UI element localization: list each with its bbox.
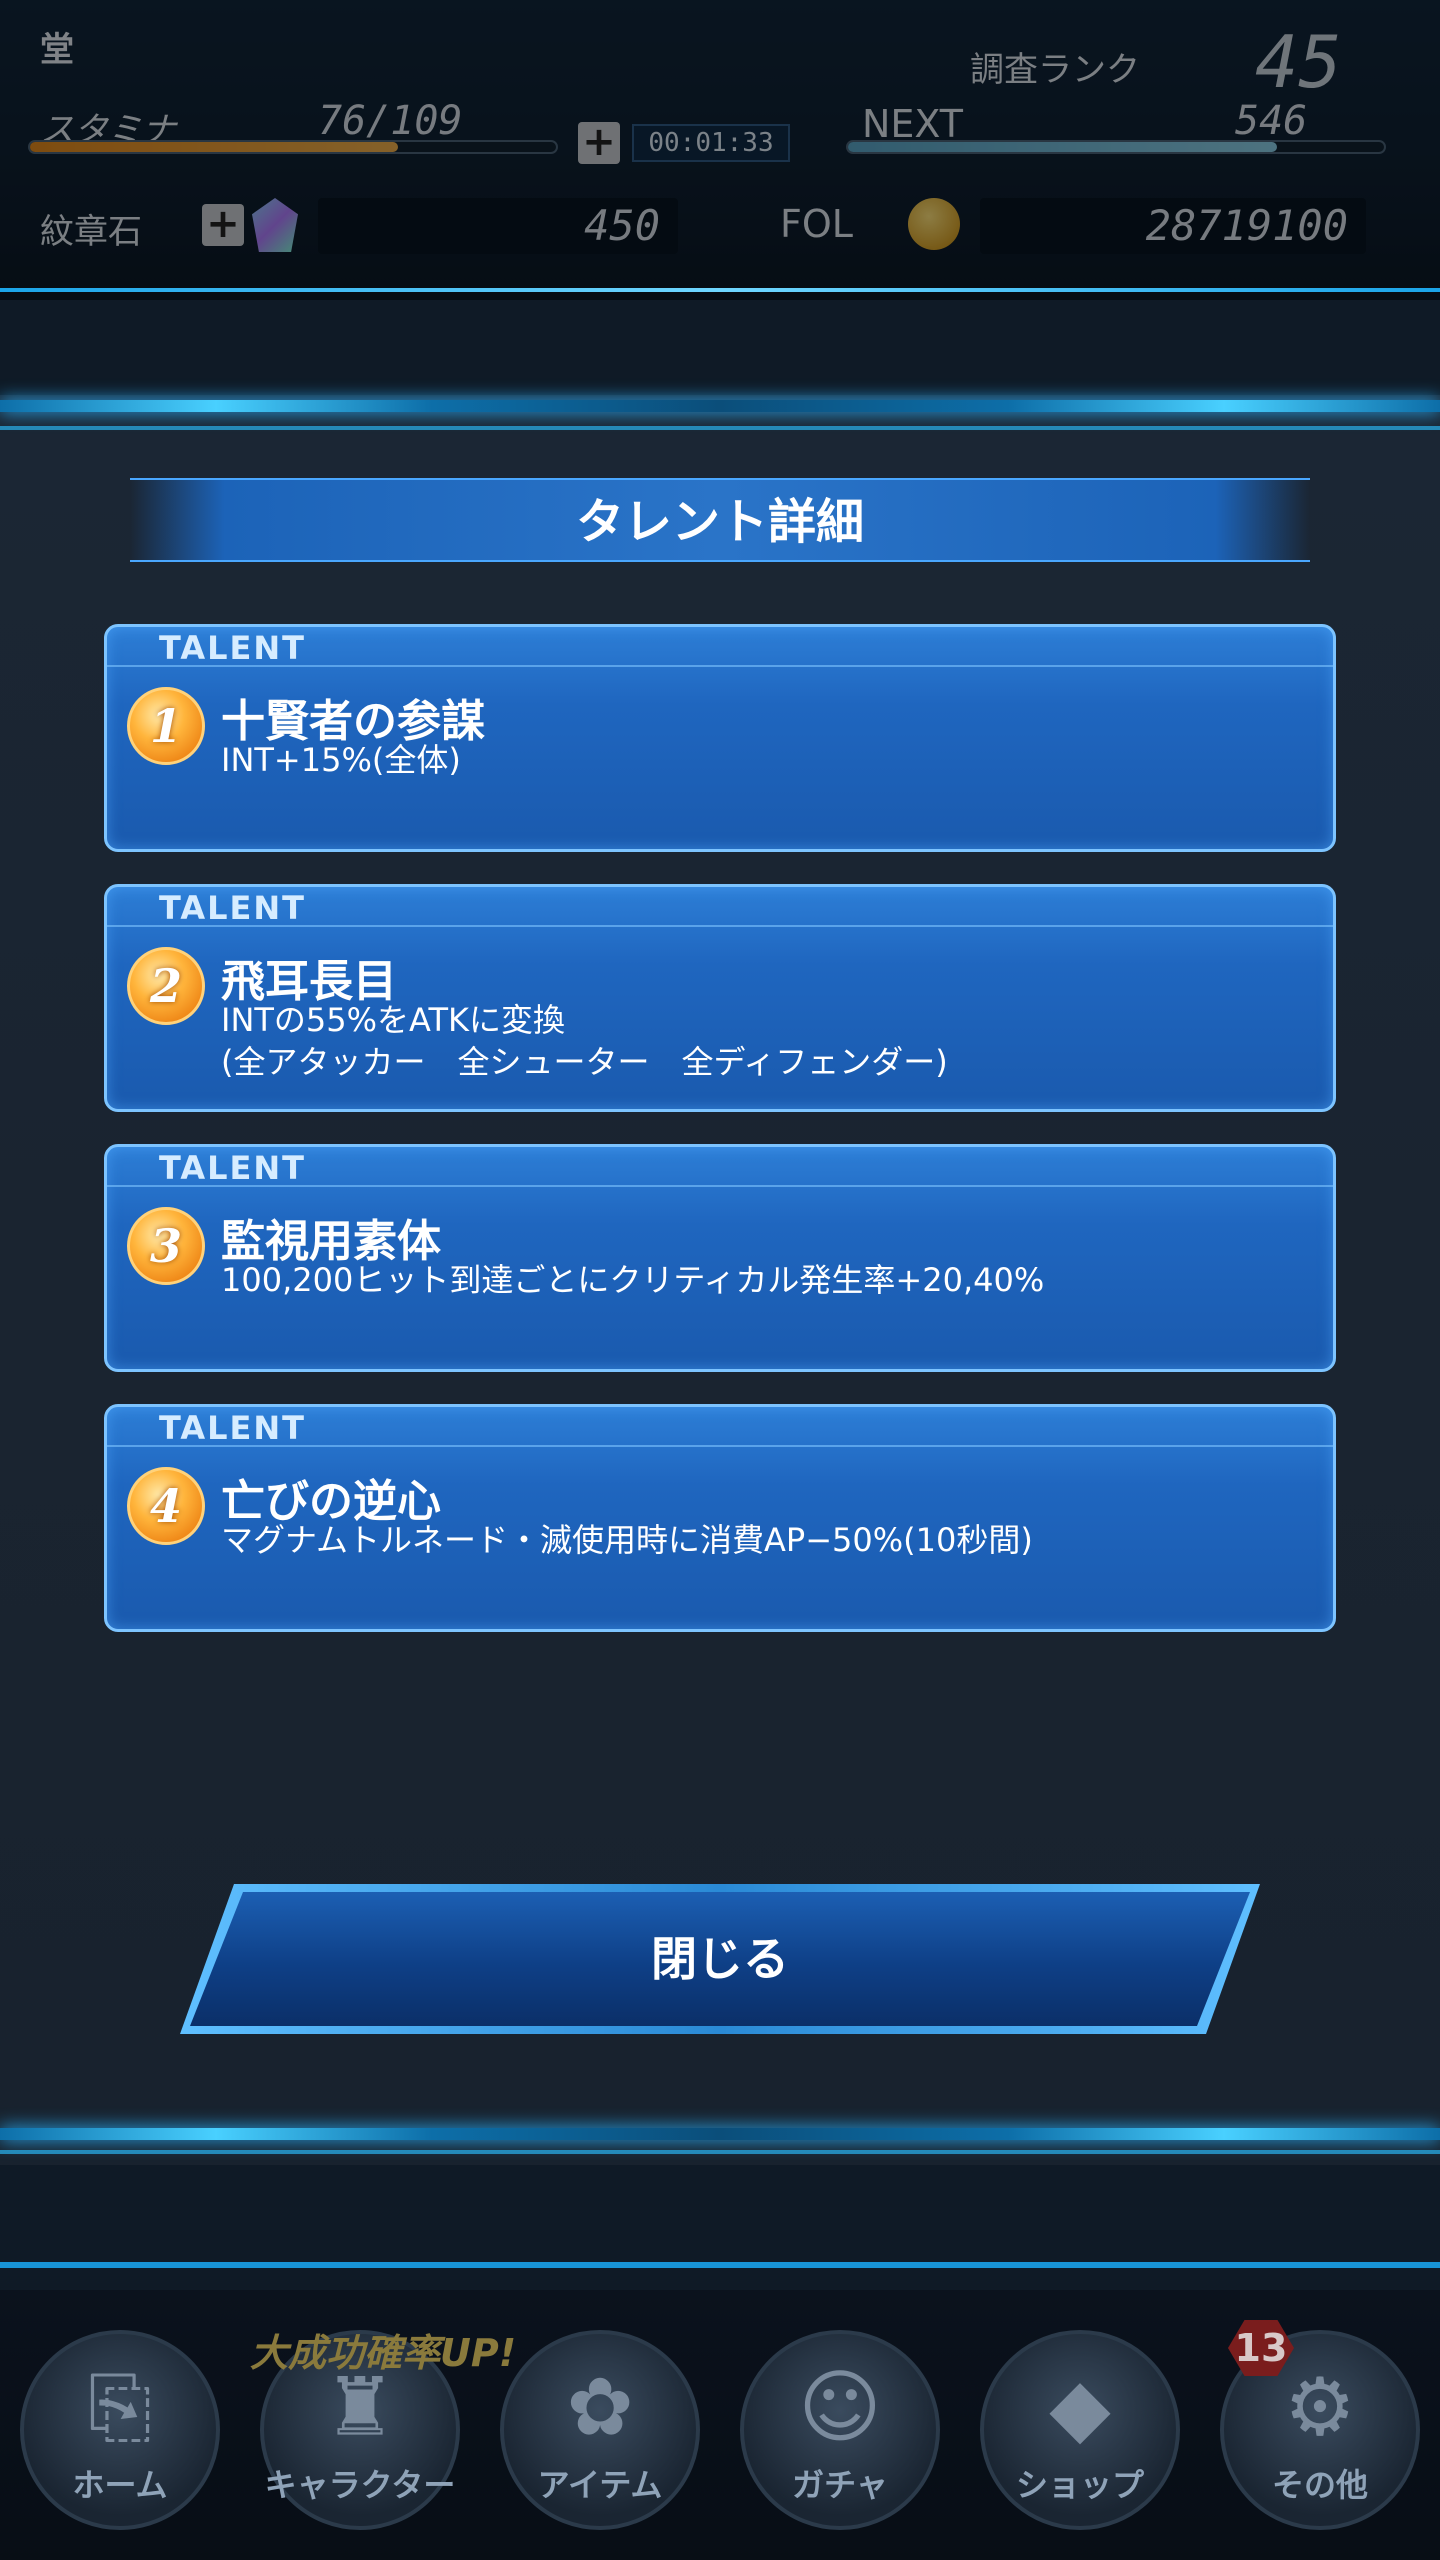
modal-title-bar: タレント詳細 xyxy=(130,478,1310,562)
promo-banner: 大成功確率UP! xyxy=(250,2331,517,2375)
stamina-bar-fill xyxy=(30,142,399,152)
status-header: 堂 調査ランク 45 スタミナ 76/109 + 00:01:33 NEXT 5… xyxy=(0,0,1440,300)
crystal-icon: ◆ xyxy=(1049,2360,1111,2454)
crest-stone-icon xyxy=(252,198,298,252)
talent-divider xyxy=(107,665,1333,667)
stamina-timer: 00:01:33 xyxy=(632,124,790,162)
talent-card-1: TALENT 1 十賢者の参謀 INT+15%(全体) xyxy=(104,624,1336,852)
talent-number-badge: 2 xyxy=(127,947,205,1025)
nav-label: ショップ xyxy=(1015,2466,1144,2504)
close-button[interactable]: 閉じる xyxy=(190,1892,1250,2026)
gem-label: 紋章石 xyxy=(40,212,142,252)
modal-top-edge xyxy=(0,400,1440,412)
nav-label: キャラクター xyxy=(264,2466,456,2504)
next-value: 546 xyxy=(1235,98,1308,144)
talent-description: マグナムトルネード・滅使用時に消費AP−50%(10秒間) xyxy=(221,1521,1033,1559)
fol-value: 28719100 xyxy=(980,198,1366,254)
nav-divider xyxy=(0,2262,1440,2268)
talent-number-badge: 4 xyxy=(127,1467,205,1545)
nav-label: ガチャ xyxy=(792,2466,888,2504)
stamina-value: 76/109 xyxy=(318,98,463,144)
nav-label: ホーム xyxy=(72,2466,168,2504)
nav-gacha[interactable]: ☺ ガチャ xyxy=(740,2330,940,2530)
stamina-plus-button[interactable]: + xyxy=(578,122,620,164)
talent-description: 100,200ヒット到達ごとにクリティカル発生率+20,40% xyxy=(221,1261,1045,1299)
talent-card-3: TALENT 3 監視用素体 100,200ヒット到達ごとにクリティカル発生率+… xyxy=(104,1144,1336,1372)
talent-tag: TALENT xyxy=(159,889,306,927)
nav-label: アイテム xyxy=(537,2466,663,2504)
talent-divider xyxy=(107,1185,1333,1187)
nav-home[interactable]: ⎘ ホーム xyxy=(20,2330,220,2530)
talent-number-badge: 1 xyxy=(127,687,205,765)
header-title: 堂 xyxy=(40,30,74,70)
talent-card-4: TALENT 4 亡びの逆心 マグナムトルネード・滅使用時に消費AP−50%(1… xyxy=(104,1404,1336,1632)
modal-top-edge-inner xyxy=(0,426,1440,430)
talent-tag: TALENT xyxy=(159,629,306,667)
coin-icon xyxy=(908,198,960,250)
bag-icon: ✿ xyxy=(566,2360,634,2454)
nav-shop[interactable]: ◆ ショップ xyxy=(980,2330,1180,2530)
talent-divider xyxy=(107,1445,1333,1447)
talent-description: INTの55%をATKに変換 (全アタッカー 全シューター 全ディフェンダー) xyxy=(221,1001,948,1081)
gem-plus-button[interactable]: + xyxy=(202,204,244,246)
gacha-icon: ☺ xyxy=(798,2360,882,2454)
close-button-label: 閉じる xyxy=(651,1932,789,1986)
exp-bar xyxy=(846,140,1386,154)
modal-bottom-edge-inner xyxy=(0,2150,1440,2154)
door-icon: ⎘ xyxy=(88,2359,152,2453)
talent-tag: TALENT xyxy=(159,1409,306,1447)
fol-label: FOL xyxy=(780,202,853,246)
talent-number-badge: 3 xyxy=(127,1207,205,1285)
talent-tag: TALENT xyxy=(159,1149,306,1187)
nav-label: その他 xyxy=(1271,2466,1368,2504)
modal-bottom-edge xyxy=(0,2128,1440,2140)
modal-title: タレント詳細 xyxy=(575,494,864,550)
exp-bar-fill xyxy=(848,142,1277,152)
talent-divider xyxy=(107,925,1333,927)
talent-description: INT+15%(全体) xyxy=(221,741,461,779)
nav-item[interactable]: ✿ アイテム xyxy=(500,2330,700,2530)
gem-value: 450 xyxy=(318,198,678,254)
talent-card-2: TALENT 2 飛耳長目 INTの55%をATKに変換 (全アタッカー 全シュ… xyxy=(104,884,1336,1112)
header-divider xyxy=(0,288,1440,292)
rank-value: 45 xyxy=(1255,20,1342,104)
rank-label: 調査ランク xyxy=(970,50,1140,90)
stamina-bar xyxy=(28,140,558,154)
gear-icon: ⚙ xyxy=(1284,2360,1356,2454)
